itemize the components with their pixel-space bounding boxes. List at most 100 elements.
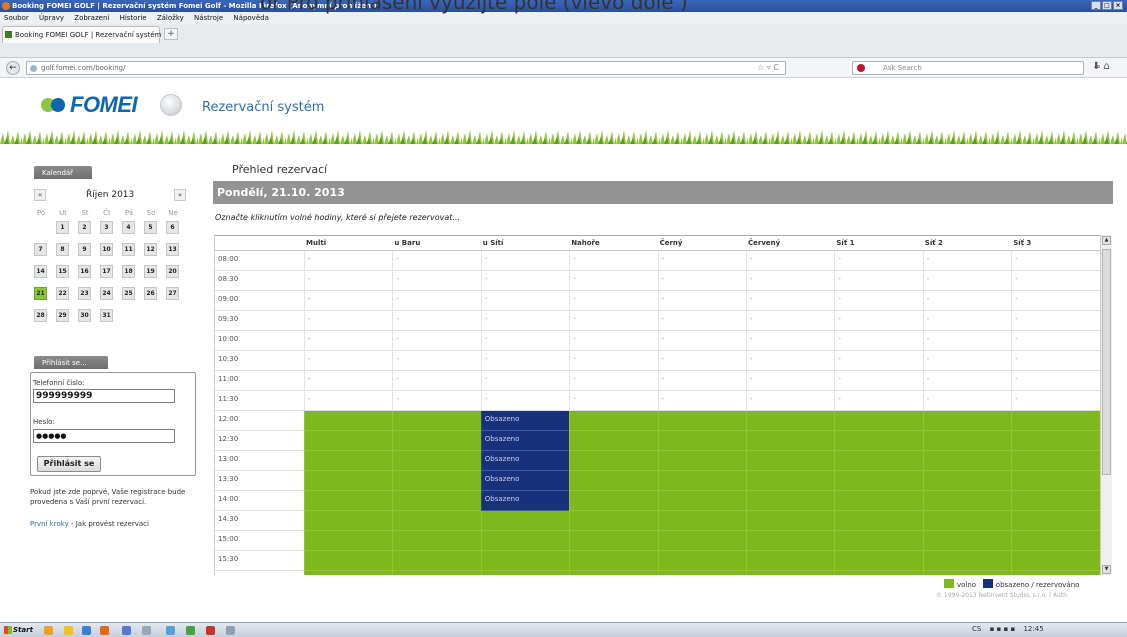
slot-free[interactable] bbox=[922, 511, 1013, 531]
slot-free[interactable] bbox=[834, 451, 924, 471]
slot-free[interactable] bbox=[480, 551, 571, 571]
search-field[interactable]: Ask Search ⌕ bbox=[852, 61, 1101, 75]
menu-file[interactable]: Soubor bbox=[4, 14, 29, 22]
start-button[interactable]: Start bbox=[2, 624, 36, 636]
slot-free[interactable] bbox=[922, 491, 1013, 511]
scrollbar-thumb[interactable] bbox=[1102, 249, 1111, 475]
slot-free[interactable] bbox=[569, 531, 659, 551]
scroll-up-icon[interactable]: ▲ bbox=[1102, 236, 1111, 245]
slot-free[interactable] bbox=[834, 531, 924, 551]
slot-free[interactable] bbox=[569, 471, 659, 491]
slot-free[interactable] bbox=[569, 411, 659, 431]
slot-free[interactable] bbox=[922, 551, 1013, 571]
slot-free[interactable] bbox=[834, 571, 924, 575]
menu-bookmarks[interactable]: Záložky bbox=[157, 14, 184, 22]
slot-free[interactable] bbox=[922, 471, 1013, 491]
url-bar-actions[interactable]: ☆ ▿ C bbox=[757, 63, 779, 72]
app-icon-5[interactable] bbox=[226, 626, 235, 635]
slot-free[interactable] bbox=[480, 531, 571, 551]
slot-free[interactable] bbox=[304, 551, 394, 571]
slot-free[interactable] bbox=[746, 451, 836, 471]
slot-free[interactable] bbox=[922, 431, 1013, 451]
slot-free[interactable] bbox=[1011, 531, 1100, 551]
fomei-logo[interactable]: FOMEI bbox=[70, 92, 138, 118]
slot-free[interactable] bbox=[392, 411, 482, 431]
calendar-day[interactable]: 24 bbox=[100, 287, 113, 300]
slot-free[interactable] bbox=[1011, 571, 1100, 575]
slot-free[interactable] bbox=[922, 411, 1013, 431]
slot-free[interactable] bbox=[657, 551, 747, 571]
calendar-day[interactable]: 8 bbox=[56, 243, 69, 256]
slot-free[interactable] bbox=[392, 531, 482, 551]
slot-free[interactable] bbox=[392, 571, 482, 575]
slot-free[interactable] bbox=[922, 531, 1013, 551]
new-tab-button[interactable]: + bbox=[164, 28, 178, 40]
slot-free[interactable] bbox=[569, 571, 659, 575]
grid-scrollbar[interactable]: ▲ ▼ bbox=[1100, 235, 1112, 575]
tab-booking[interactable]: Booking FOMEI GOLF | Rezervační systém F… bbox=[2, 26, 173, 43]
calendar-day[interactable]: 23 bbox=[78, 287, 91, 300]
calendar-day[interactable]: 1 bbox=[56, 221, 69, 234]
calendar-day-selected[interactable]: 21 bbox=[34, 287, 47, 300]
calendar-day[interactable]: 3 bbox=[100, 221, 113, 234]
slot-free[interactable] bbox=[304, 431, 394, 451]
calendar-day[interactable]: 5 bbox=[144, 221, 157, 234]
calendar-day[interactable]: 9 bbox=[78, 243, 91, 256]
app-icon-2[interactable] bbox=[142, 626, 151, 635]
first-steps-link[interactable]: První kroky bbox=[30, 520, 69, 528]
slot-free[interactable] bbox=[304, 411, 394, 431]
slot-free[interactable] bbox=[304, 451, 394, 471]
slot-free[interactable] bbox=[834, 431, 924, 451]
slot-free[interactable] bbox=[1011, 511, 1100, 531]
slot-free[interactable] bbox=[657, 411, 747, 431]
calendar-day[interactable]: 16 bbox=[78, 265, 91, 278]
calendar-next-button[interactable]: » bbox=[174, 189, 186, 201]
calendar-day[interactable]: 18 bbox=[122, 265, 135, 278]
slot-free[interactable] bbox=[657, 511, 747, 531]
browser-icon[interactable] bbox=[82, 626, 91, 635]
app-icon-3[interactable] bbox=[166, 626, 175, 635]
minimize-button[interactable]: _ bbox=[1091, 1, 1101, 10]
phone-input[interactable]: 999999999 bbox=[33, 389, 175, 403]
slot-free[interactable] bbox=[1011, 451, 1100, 471]
chrome-icon[interactable] bbox=[186, 626, 195, 635]
slot-free[interactable] bbox=[480, 571, 571, 575]
slot-free[interactable] bbox=[1011, 431, 1100, 451]
slot-free[interactable] bbox=[922, 571, 1013, 575]
calendar-day[interactable]: 7 bbox=[34, 243, 47, 256]
calendar-day[interactable]: 25 bbox=[122, 287, 135, 300]
slot-free[interactable] bbox=[746, 491, 836, 511]
slot-free[interactable] bbox=[657, 471, 747, 491]
slot-free[interactable] bbox=[304, 571, 394, 575]
slot-free[interactable] bbox=[834, 491, 924, 511]
app-icon-4[interactable] bbox=[206, 626, 215, 635]
slot-free[interactable] bbox=[746, 511, 836, 531]
password-input[interactable]: ●●●●● bbox=[33, 429, 175, 443]
slot-free[interactable] bbox=[657, 531, 747, 551]
slot-free[interactable] bbox=[746, 551, 836, 571]
calendar-day[interactable]: 26 bbox=[144, 287, 157, 300]
login-button[interactable]: Přihlásit se bbox=[37, 456, 101, 472]
url-bar[interactable]: golf.fomei.com/booking/ ☆ ▿ C bbox=[26, 61, 786, 75]
calendar-day[interactable]: 17 bbox=[100, 265, 113, 278]
calendar-day[interactable]: 27 bbox=[166, 287, 179, 300]
slot-free[interactable] bbox=[304, 491, 394, 511]
slot-free[interactable] bbox=[746, 411, 836, 431]
calendar-day[interactable]: 11 bbox=[122, 243, 135, 256]
download-home-icons[interactable]: ⬇ ⌂ bbox=[1092, 61, 1110, 72]
tray-icons[interactable]: ▪ ▪ ▪ ▪ bbox=[990, 625, 1016, 633]
calendar-day[interactable]: 20 bbox=[166, 265, 179, 278]
calendar-day[interactable]: 10 bbox=[100, 243, 113, 256]
app-icon[interactable] bbox=[122, 626, 131, 635]
folder-icon[interactable] bbox=[64, 626, 73, 635]
slot-free[interactable] bbox=[834, 511, 924, 531]
slot-free[interactable] bbox=[657, 571, 747, 575]
explorer-icon[interactable] bbox=[44, 626, 53, 635]
slot-free[interactable] bbox=[569, 551, 659, 571]
calendar-day[interactable]: 28 bbox=[34, 309, 47, 322]
close-button[interactable]: × bbox=[1113, 1, 1123, 10]
calendar-day[interactable]: 2 bbox=[78, 221, 91, 234]
language-indicator[interactable]: CS bbox=[972, 625, 981, 633]
slot-free[interactable] bbox=[569, 491, 659, 511]
menu-history[interactable]: Historie bbox=[120, 14, 147, 22]
